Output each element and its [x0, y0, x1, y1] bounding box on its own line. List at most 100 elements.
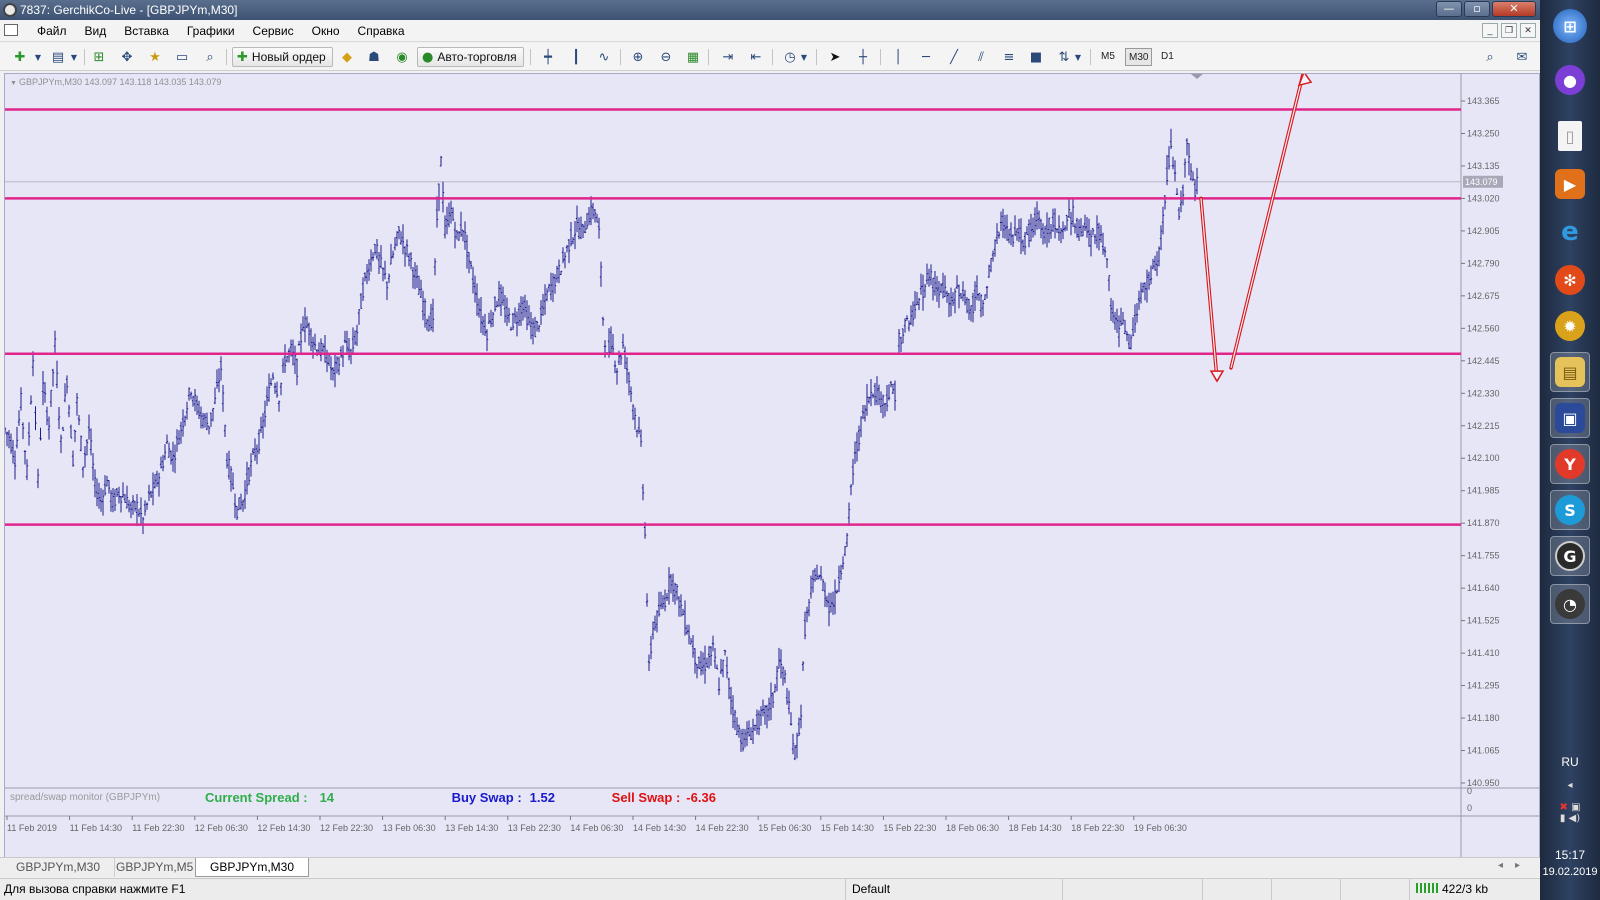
tab-gbpjpym-m30-active[interactable]: GBPJPYm,M30 — [195, 858, 310, 877]
menu-help[interactable]: Справка — [349, 20, 414, 42]
crosshair-icon[interactable]: ┼ — [853, 47, 873, 67]
minimize-button[interactable]: — — [1436, 1, 1462, 17]
x-tick-label: 15 Feb 22:30 — [883, 823, 936, 833]
price-chart[interactable]: 143.365 143.250 143.135 143.020 142.905 142.7… — [4, 73, 1541, 864]
traffic-value: 422/3 kb — [1442, 882, 1489, 896]
zoom-out-icon[interactable]: ⊖ — [656, 47, 676, 67]
strategy-tester-icon[interactable]: ⌕ — [200, 47, 220, 67]
horizontal-line-icon[interactable]: ─ — [916, 47, 936, 67]
up-arrow-inner — [1230, 74, 1304, 369]
status-help: Для вызова справки нажмите F1 — [4, 882, 186, 896]
folder-icon: ▤ — [1555, 357, 1585, 387]
app-logo-icon — [3, 3, 17, 17]
timeframe-d1[interactable]: D1 — [1158, 48, 1177, 66]
arrows-icon[interactable]: ⇅ — [1054, 47, 1074, 67]
dropdown-arrow-icon[interactable]: ▼ — [32, 47, 44, 67]
dropdown-arrow-icon[interactable]: ▼ — [68, 47, 80, 67]
menu-charts[interactable]: Графики — [178, 20, 244, 42]
play-icon: ▶ — [1555, 169, 1585, 199]
y-tick-label: 143.250 — [1467, 128, 1500, 138]
vertical-line-icon[interactable]: │ — [888, 47, 908, 67]
child-close-button[interactable]: ✕ — [1520, 23, 1536, 38]
signals-icon[interactable]: ☗ — [364, 47, 384, 67]
tile-windows-icon[interactable]: ▦ — [683, 47, 703, 67]
tab-gbpjpym-m30[interactable]: GBPJPYm,M30 — [2, 858, 116, 877]
trendline-icon[interactable]: ╱ — [944, 47, 964, 67]
taskbar-gerchik-terminal[interactable]: G — [1550, 536, 1590, 576]
y-tick-label: 141.065 — [1467, 746, 1500, 756]
autoscroll-icon[interactable]: ⇥ — [718, 47, 738, 67]
taskbar-media-app[interactable]: ✻ — [1550, 260, 1590, 300]
start-button[interactable]: ⊞ — [1550, 6, 1590, 46]
taskbar-skype[interactable]: S — [1550, 490, 1590, 530]
sell-swap-value: -6.36 — [686, 790, 716, 805]
x-tick-label: 13 Feb 06:30 — [383, 823, 436, 833]
network-error-icon: ✖ — [1559, 802, 1568, 813]
microphone-icon: ● — [1555, 65, 1585, 95]
y-tick-label: 141.870 — [1467, 518, 1500, 528]
menu-insert[interactable]: Вставка — [115, 20, 178, 42]
chart-tabs: GBPJPYm,M30 GBPJPYm,M5 GBPJPYm,M30 ◂▸ — [0, 857, 1540, 877]
bar-chart-icon[interactable]: ┿ — [538, 47, 558, 67]
new-order-button[interactable]: ✚ Новый ордер — [232, 47, 333, 67]
terminal-icon[interactable]: ▭ — [172, 47, 192, 67]
autotrading-button[interactable]: ● Авто-торговля — [417, 47, 524, 67]
dropdown-arrow-icon[interactable]: ▼ — [1072, 47, 1084, 67]
taskbar-media-player[interactable]: ▶ — [1550, 164, 1590, 204]
chat-icon[interactable]: ✉ — [1512, 47, 1532, 67]
menu-tools[interactable]: Сервис — [244, 20, 303, 42]
taskbar-document[interactable]: ▯ — [1550, 116, 1590, 156]
child-restore-button[interactable]: ❐ — [1501, 23, 1517, 38]
line-chart-icon[interactable]: ∿ — [594, 47, 614, 67]
language-indicator[interactable]: RU — [1540, 755, 1600, 769]
profiles-icon[interactable]: ▤ — [48, 47, 68, 67]
maximize-button[interactable]: ▫ — [1464, 1, 1490, 17]
taskbar-internet-explorer[interactable]: e — [1550, 212, 1590, 252]
periods-icon[interactable]: ◷ — [780, 47, 800, 67]
terminal-logo-icon: G — [1555, 541, 1585, 571]
film-reel-icon: ✻ — [1555, 265, 1585, 295]
menu-window[interactable]: Окно — [303, 20, 349, 42]
status-connection: 422/3 kb — [1409, 879, 1540, 900]
search-icon[interactable]: ⌕ — [1480, 47, 1500, 67]
navigator-icon[interactable]: ✥ — [117, 47, 137, 67]
tab-scroll-arrows[interactable]: ◂▸ — [1498, 860, 1532, 871]
taskbar-utility[interactable]: ✹ — [1550, 306, 1590, 346]
x-tick-label: 13 Feb 14:30 — [445, 823, 498, 833]
system-tray[interactable]: ◂ ✖ ▣ ▮ ◀) — [1540, 780, 1600, 824]
clock-date[interactable]: 19.02.2019 — [1540, 866, 1600, 878]
taskbar-voice-app[interactable]: ● — [1550, 60, 1590, 100]
floppy-disk-icon: ▣ — [1555, 403, 1585, 433]
taskbar-speedometer-app[interactable]: ◔ — [1550, 584, 1590, 624]
close-button[interactable]: ✕ — [1492, 1, 1536, 17]
market-icon[interactable]: ◉ — [392, 47, 412, 67]
candlestick-icon[interactable]: ┃ — [566, 47, 586, 67]
taskbar-save-app[interactable]: ▣ — [1550, 398, 1590, 438]
taskbar-yandex-browser[interactable]: Y — [1550, 444, 1590, 484]
timeframe-m30[interactable]: M30 — [1125, 48, 1153, 66]
menu-file[interactable]: Файл — [28, 20, 76, 42]
tab-gbpjpym-m5[interactable]: GBPJPYm,M5 — [102, 858, 209, 877]
data-window-icon[interactable]: ★ — [145, 47, 165, 67]
y-tick-label: 143.365 — [1467, 96, 1500, 106]
fibonacci-icon[interactable]: ≡ — [999, 47, 1019, 67]
document-icon[interactable] — [4, 24, 18, 36]
menu-view[interactable]: Вид — [76, 20, 116, 42]
cursor-icon[interactable]: ➤ — [825, 47, 845, 67]
zoom-in-icon[interactable]: ⊕ — [628, 47, 648, 67]
display-icon: ▣ — [1571, 802, 1581, 813]
metaeditor-icon[interactable]: ◆ — [337, 47, 357, 67]
equidistant-channel-icon[interactable]: ⫽ — [971, 47, 991, 67]
dropdown-arrow-icon[interactable]: ▼ — [798, 47, 810, 67]
timeframe-m5[interactable]: M5 — [1098, 48, 1118, 66]
spread-label: Current Spread : — [205, 790, 308, 805]
chart-shift-marker — [1191, 74, 1203, 79]
chart-shift-icon[interactable]: ⇤ — [746, 47, 766, 67]
gear-icon: ✹ — [1555, 311, 1585, 341]
text-label-icon[interactable]: ■ — [1026, 47, 1046, 67]
market-watch-icon[interactable]: ⊞ — [89, 47, 109, 67]
taskbar-file-explorer[interactable]: ▤ — [1550, 352, 1590, 392]
clock-time[interactable]: 15:17 — [1540, 848, 1600, 862]
new-chart-icon[interactable]: ✚ — [10, 47, 30, 67]
child-minimize-button[interactable]: _ — [1482, 23, 1498, 38]
